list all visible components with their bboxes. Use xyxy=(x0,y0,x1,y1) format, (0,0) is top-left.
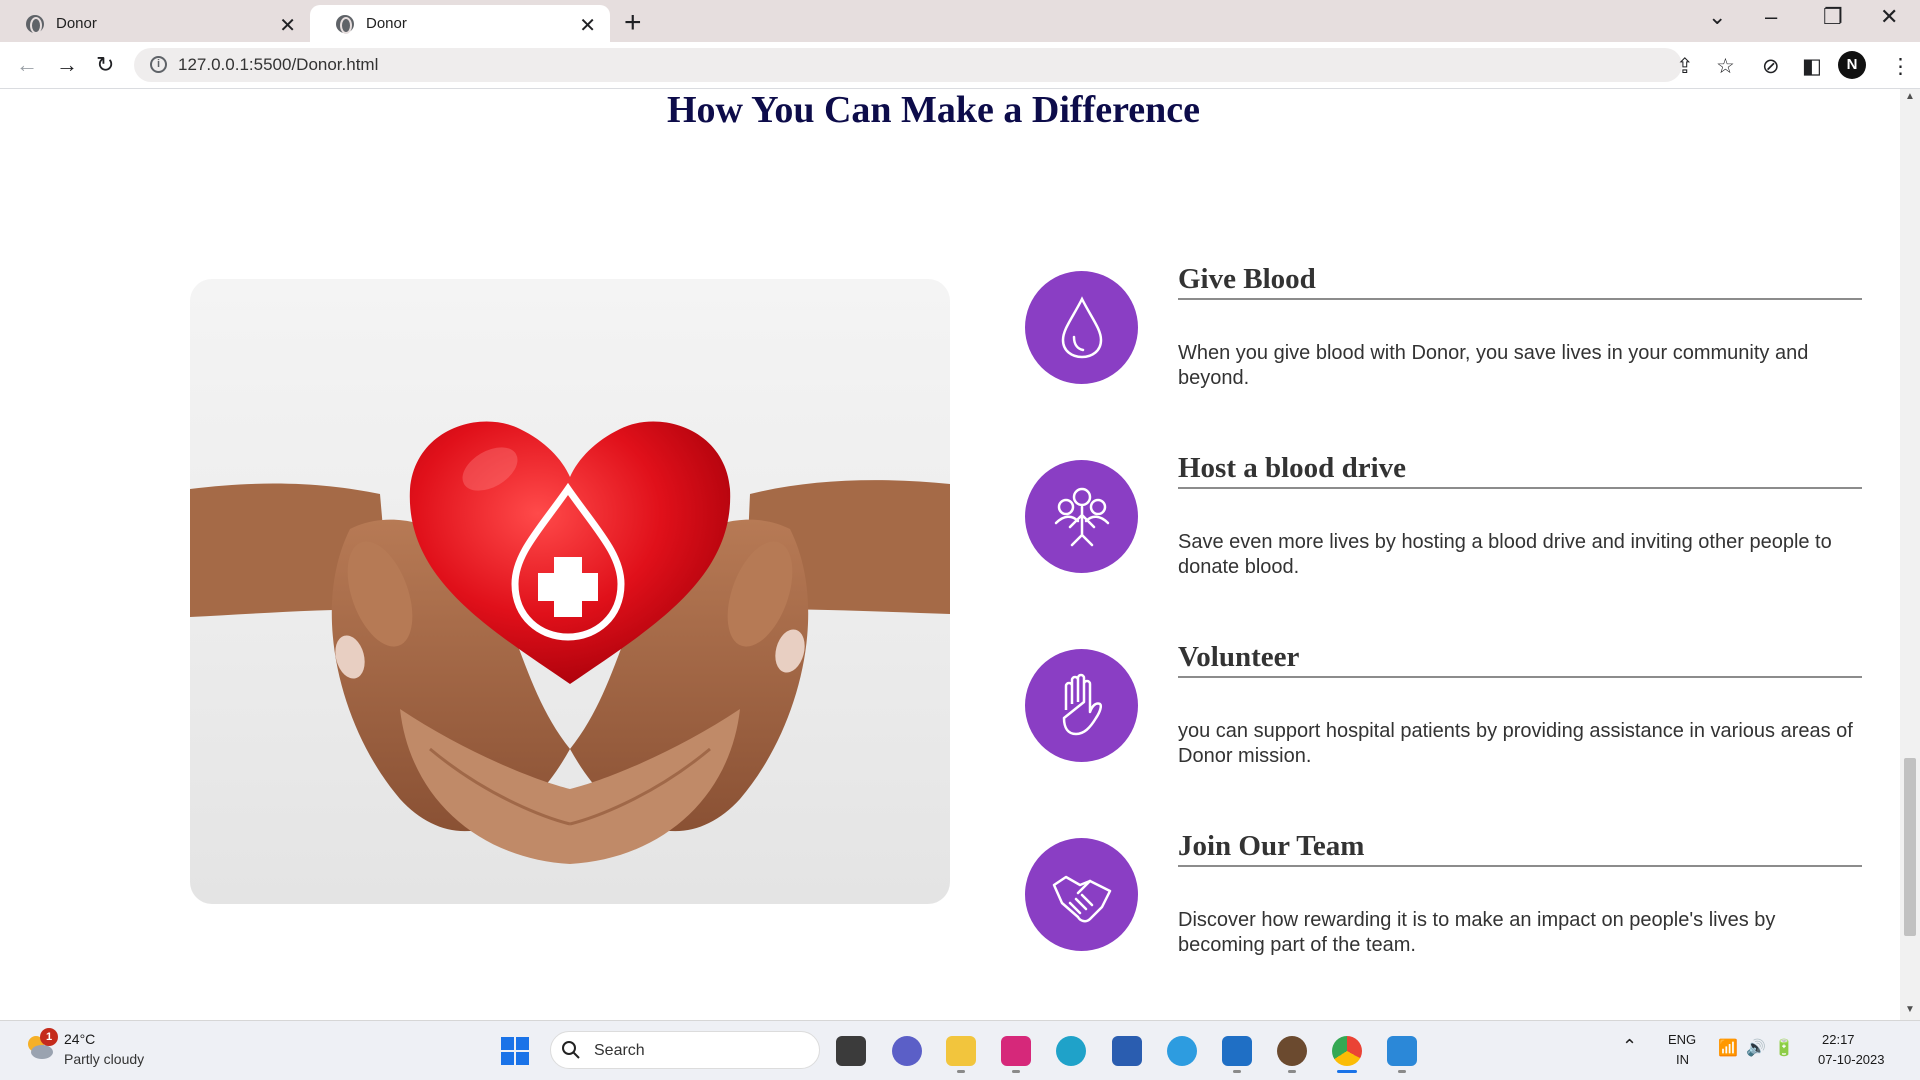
raised-hand-icon xyxy=(1062,673,1102,735)
title-divider xyxy=(1178,865,1862,867)
running-indicator xyxy=(957,1070,965,1073)
option-title: Join Our Team xyxy=(1178,830,1365,862)
running-indicator xyxy=(1012,1070,1020,1073)
page-title: How You Can Make a Difference xyxy=(667,89,1200,131)
globe-icon xyxy=(336,14,354,34)
people-group-icon-circle xyxy=(1025,460,1138,573)
emblem-app-icon[interactable] xyxy=(1277,1036,1307,1066)
hands-holding-heart-image xyxy=(190,279,950,904)
option-description: you can support hospital patients by pro… xyxy=(1178,720,1853,767)
title-divider xyxy=(1178,298,1862,300)
option-title: Host a blood drive xyxy=(1178,452,1406,484)
running-indicator xyxy=(1398,1070,1406,1073)
taskbar-search-box[interactable] xyxy=(550,1031,820,1069)
teams-chat-icon[interactable] xyxy=(892,1036,922,1066)
wps-office-icon[interactable] xyxy=(1001,1036,1031,1066)
option-title: Volunteer xyxy=(1178,641,1300,673)
tab-donor-1[interactable]: Donor ✕ xyxy=(0,5,310,42)
title-divider xyxy=(1178,487,1862,489)
wifi-icon[interactable]: 📶 xyxy=(1718,1038,1738,1058)
new-tab-button[interactable]: + xyxy=(624,6,642,40)
tab-title: Donor xyxy=(366,15,407,32)
weather-condition[interactable]: Partly cloudy xyxy=(64,1051,144,1067)
chrome-icon[interactable] xyxy=(1332,1036,1362,1066)
tab-search-icon[interactable]: ⌄ xyxy=(1708,4,1726,30)
option-host-blood-drive: Host a blood drive Save even more lives … xyxy=(1025,452,1865,620)
reload-button[interactable]: ↻ xyxy=(96,52,114,78)
tab-donor-2[interactable]: Donor ✕ xyxy=(310,5,610,42)
bookmark-star-icon[interactable]: ☆ xyxy=(1716,54,1735,79)
blood-drop-icon xyxy=(1061,295,1102,358)
clock-date[interactable]: 07-10-2023 xyxy=(1818,1052,1885,1067)
raised-hand-icon-circle xyxy=(1025,649,1138,762)
title-divider xyxy=(1178,676,1862,678)
language-region[interactable]: IN xyxy=(1676,1052,1689,1067)
option-title: Give Blood xyxy=(1178,263,1316,295)
search-label[interactable]: Search xyxy=(594,1042,645,1060)
globe-icon xyxy=(26,14,44,34)
back-button[interactable]: ← xyxy=(16,52,38,78)
option-description: Save even more lives by hosting a blood … xyxy=(1178,531,1832,578)
help-app-icon[interactable] xyxy=(1167,1036,1197,1066)
photos-app-icon[interactable] xyxy=(1387,1036,1417,1066)
tab-title: Donor xyxy=(56,15,97,32)
option-description: When you give blood with Donor, you save… xyxy=(1178,342,1809,389)
restore-button[interactable]: ❐ xyxy=(1823,4,1843,30)
windows-start-icon[interactable] xyxy=(500,1036,530,1066)
forward-button[interactable]: → xyxy=(56,52,78,78)
battery-icon[interactable]: 🔋 xyxy=(1774,1038,1794,1058)
option-volunteer: Volunteer you can support hospital patie… xyxy=(1025,641,1865,809)
minimize-button[interactable]: – xyxy=(1765,4,1777,30)
profile-avatar[interactable]: N xyxy=(1838,51,1866,79)
running-indicator xyxy=(1288,1070,1296,1073)
weather-notification-badge: 1 xyxy=(40,1028,58,1046)
handshake-icon xyxy=(1052,875,1111,922)
scroll-down-arrow-icon[interactable]: ▼ xyxy=(1905,1004,1915,1015)
microsoft-store-icon[interactable] xyxy=(1112,1036,1142,1066)
option-give-blood: Give Blood When you give blood with Dono… xyxy=(1025,263,1865,431)
url-text[interactable]: 127.0.0.1:5500/Donor.html xyxy=(178,55,378,75)
option-description: Discover how rewarding it is to make an … xyxy=(1178,909,1776,956)
close-tab-icon[interactable]: ✕ xyxy=(579,13,596,38)
scrollbar-thumb[interactable] xyxy=(1904,758,1916,936)
close-tab-icon[interactable]: ✕ xyxy=(279,13,296,38)
share-icon[interactable]: ⇪ xyxy=(1676,54,1694,79)
extensions-icon[interactable]: ⊘ xyxy=(1762,54,1780,79)
chevron-up-icon[interactable]: ⌃ xyxy=(1622,1036,1637,1057)
handshake-icon-circle xyxy=(1025,838,1138,951)
weather-temperature[interactable]: 24°C xyxy=(64,1031,95,1047)
side-panel-icon[interactable]: ◧ xyxy=(1802,54,1822,79)
volume-icon[interactable]: 🔊 xyxy=(1746,1038,1766,1058)
site-info-icon[interactable]: i xyxy=(150,56,167,73)
close-window-button[interactable]: ✕ xyxy=(1880,4,1898,30)
search-icon xyxy=(562,1041,580,1059)
people-group-icon xyxy=(1054,487,1109,546)
clock-time[interactable]: 22:17 xyxy=(1822,1032,1855,1047)
option-join-our-team: Join Our Team Discover how rewarding it … xyxy=(1025,830,1865,998)
file-explorer-icon[interactable] xyxy=(946,1036,976,1066)
quick-assist-icon[interactable] xyxy=(1222,1036,1252,1066)
blood-drop-icon-circle xyxy=(1025,271,1138,384)
edge-browser-icon[interactable] xyxy=(1056,1036,1086,1066)
running-indicator xyxy=(1233,1070,1241,1073)
menu-kebab-icon[interactable]: ⋮ xyxy=(1890,54,1911,79)
task-view-icon[interactable] xyxy=(836,1036,866,1066)
language-indicator[interactable]: ENG xyxy=(1668,1032,1696,1047)
scroll-up-arrow-icon[interactable]: ▲ xyxy=(1905,91,1915,102)
active-indicator xyxy=(1337,1070,1357,1073)
